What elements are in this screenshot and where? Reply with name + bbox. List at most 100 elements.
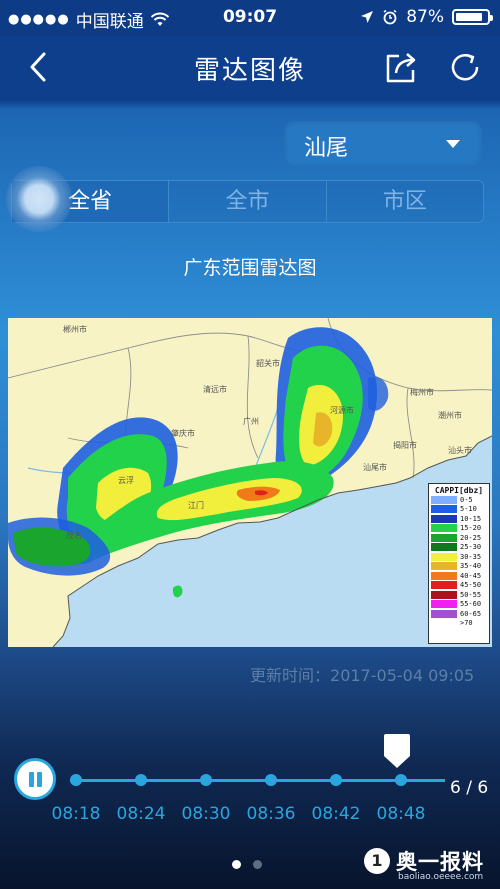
- legend-label: 40-45: [460, 571, 482, 580]
- timeline-tick[interactable]: [200, 774, 212, 786]
- legend-label: 20-25: [460, 533, 482, 542]
- caret-down-icon: [446, 140, 460, 148]
- frame-counter: 6 / 6: [450, 778, 489, 798]
- timeline-label: 08:36: [246, 804, 296, 824]
- legend-label: 50-55: [460, 590, 482, 599]
- nav-bar: 雷达图像: [0, 36, 500, 100]
- timeline-tick[interactable]: [330, 774, 342, 786]
- legend-swatch: [431, 581, 457, 590]
- legend-label: 25-30: [460, 543, 482, 552]
- timeline-label: 08:48: [376, 804, 426, 824]
- legend-swatch: [431, 552, 457, 561]
- radar-map-image: 郴州市 韶关市 河源市 梅州市 清远市 广州 揭阳市 潮州市 汕头市 汕尾市 肇…: [8, 318, 492, 647]
- legend-swatch: [431, 619, 457, 628]
- timeline-label: 08:18: [51, 804, 101, 824]
- timeline-tick[interactable]: [135, 774, 147, 786]
- legend-swatch: [431, 514, 457, 523]
- legend-row: 55-60: [429, 600, 489, 610]
- legend-row: 20-25: [429, 533, 489, 543]
- status-right: 87%: [360, 7, 493, 27]
- map-title: 广东范围雷达图: [183, 257, 317, 279]
- share-icon[interactable]: [383, 48, 421, 86]
- legend-swatch: [431, 600, 457, 609]
- legend-label: 55-60: [460, 600, 482, 609]
- pause-icon: [29, 772, 34, 787]
- legend-label: 45-50: [460, 581, 482, 590]
- legend-label: >70: [460, 619, 473, 628]
- city-label: 梅州市: [410, 387, 434, 397]
- legend-row: 40-45: [429, 571, 489, 581]
- watermark-url: baoliao.oeeee.com: [398, 872, 484, 882]
- page-title: 雷达图像: [193, 56, 306, 86]
- legend-row: >70: [429, 619, 489, 629]
- legend-label: 60-65: [460, 609, 482, 618]
- legend-swatch: [431, 495, 457, 504]
- tab-city[interactable]: 全市: [168, 181, 325, 222]
- legend-row: 15-20: [429, 524, 489, 534]
- legend-row: 25-30: [429, 543, 489, 553]
- radar-map[interactable]: 郴州市 韶关市 河源市 梅州市 清远市 广州 揭阳市 潮州市 汕头市 汕尾市 肇…: [8, 318, 492, 647]
- watermark-logo: 1 奥一报料 baoliao.oeeee.com: [364, 846, 492, 886]
- legend-row: 45-50: [429, 581, 489, 591]
- city-label: 郴州市: [63, 324, 87, 334]
- city-label: 汕头市: [448, 445, 472, 455]
- legend-label: 0-5: [460, 495, 473, 504]
- page-dot-active: [232, 860, 241, 869]
- legend-swatch: [431, 571, 457, 580]
- timeline-label: 08:30: [181, 804, 231, 824]
- city-label: 江门: [188, 500, 204, 510]
- timeline-tick[interactable]: [395, 774, 407, 786]
- legend-swatch: [431, 524, 457, 533]
- refresh-icon[interactable]: [446, 48, 484, 86]
- city-label: 汕尾市: [363, 462, 387, 472]
- legend-swatch: [431, 562, 457, 571]
- legend-swatch: [431, 609, 457, 618]
- legend-label: 30-35: [460, 552, 482, 561]
- legend-label: 35-40: [460, 562, 482, 571]
- legend-label: 15-20: [460, 524, 482, 533]
- update-time: 更新时间：2017-05-04 09:05: [250, 662, 474, 686]
- city-label: 清远市: [203, 384, 227, 394]
- legend-label: 10-15: [460, 514, 482, 523]
- legend-swatch: [431, 505, 457, 514]
- city-label: 揭阳市: [393, 440, 417, 450]
- timeline-tick[interactable]: [265, 774, 277, 786]
- legend-swatch: [431, 590, 457, 599]
- pause-button[interactable]: [14, 758, 56, 800]
- city-dropdown-value: 汕尾: [304, 136, 349, 161]
- city-label: 云浮: [118, 475, 134, 485]
- location-arrow-icon: [361, 11, 374, 23]
- city-label: 广州: [243, 416, 259, 426]
- watermark-badge: 1: [364, 848, 390, 874]
- city-label: 潮州市: [438, 410, 462, 420]
- legend-row: 30-35: [429, 552, 489, 562]
- timeline-pointer[interactable]: [383, 732, 411, 770]
- page-indicator: [232, 860, 262, 869]
- city-label: 茂名: [66, 530, 82, 540]
- legend-title: CAPPI[dbz]: [434, 486, 484, 495]
- legend-row: 35-40: [429, 562, 489, 572]
- legend-row: 50-55: [429, 590, 489, 600]
- pause-icon-bar: [37, 772, 42, 787]
- scope-tabs: 全省 全市 市区: [11, 180, 484, 223]
- timeline-tick[interactable]: [70, 774, 82, 786]
- touch-indicator: [6, 166, 72, 232]
- legend-label: 5-10: [460, 505, 477, 514]
- legend-row: 10-15: [429, 514, 489, 524]
- legend-row: 60-65: [429, 609, 489, 619]
- legend-row: 0-5: [429, 495, 489, 505]
- city-label: 韶关市: [256, 358, 280, 368]
- update-label: 更新时间：: [250, 666, 331, 685]
- legend-row: 5-10: [429, 505, 489, 515]
- battery-percent: 87%: [406, 7, 444, 27]
- update-value: 2017-05-04 09:05: [330, 666, 475, 685]
- city-label: 肇庆市: [171, 428, 195, 438]
- city-dropdown[interactable]: 汕尾: [284, 121, 482, 167]
- status-bar: ●●●●● 中国联通 09:07 87%: [0, 0, 500, 36]
- tab-district[interactable]: 市区: [325, 181, 483, 222]
- radar-legend: CAPPI[dbz] 0-5 5-10 10-15 15-20 20-25 25-30 30…: [428, 483, 490, 644]
- timeline-label: 08:24: [116, 804, 166, 824]
- alarm-icon: [383, 9, 397, 25]
- timeline-track[interactable]: [70, 779, 445, 782]
- battery-icon: [452, 9, 493, 25]
